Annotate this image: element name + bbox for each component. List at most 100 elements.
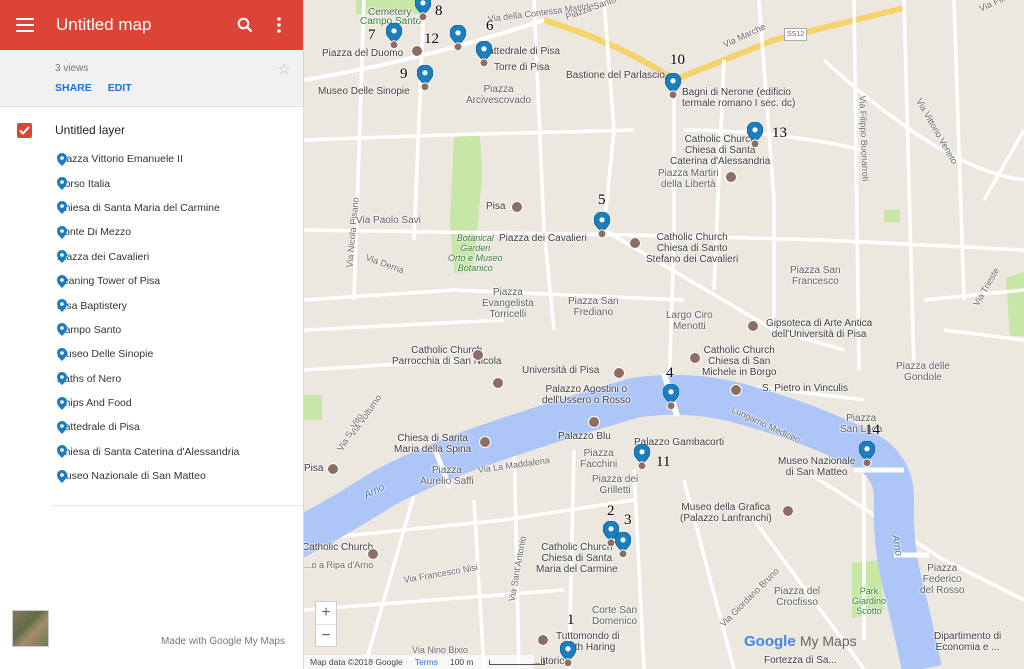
poi-dot[interactable] xyxy=(479,436,491,448)
poi-dot[interactable] xyxy=(327,463,339,475)
place-list-item[interactable]: Chiesa di Santa Maria del Carmine xyxy=(0,196,303,220)
poi-dot[interactable] xyxy=(472,349,484,361)
marker-pin-icon xyxy=(663,384,679,410)
header-bar: Untitled map xyxy=(0,0,303,50)
layer-checkbox[interactable] xyxy=(17,122,32,138)
label-piazza-san-francesco: Piazza San Francesco xyxy=(790,265,841,287)
label-chiesa-spina: Chiesa di Santa Maria della Spina xyxy=(394,433,472,455)
place-list-item[interactable]: Museo Nazionale di San Matteo xyxy=(0,464,303,488)
marker-number: 3 xyxy=(624,512,632,528)
my-maps-logo-text: My Maps xyxy=(799,633,857,649)
label-corte-san-domenico: Corte San Domenico xyxy=(592,605,638,627)
map-data-text: Map data ©2018 Google xyxy=(310,657,403,667)
share-button[interactable]: SHARE xyxy=(55,82,92,94)
label-park-giardino: Park Giardino Scotto xyxy=(852,586,887,616)
poi-dot[interactable] xyxy=(537,634,549,646)
poi-dot[interactable] xyxy=(725,171,737,183)
place-list-item[interactable]: Chips And Food xyxy=(0,391,303,415)
sidebar-panel: Untitled map 3 views SHARE EDIT ☆ Untitl… xyxy=(0,0,304,669)
app-root: Untitled map 3 views SHARE EDIT ☆ Untitl… xyxy=(0,0,1024,669)
place-marker-icon xyxy=(57,396,67,410)
place-marker-icon xyxy=(57,420,67,434)
poi-dot[interactable] xyxy=(782,505,794,517)
label-museo-sinopie: Museo Delle Sinopie xyxy=(318,86,410,97)
place-name: Leaning Tower of Pisa xyxy=(57,275,161,288)
place-list-item[interactable]: Museo Delle Sinopie xyxy=(0,342,303,366)
label-gipsoteca: Gipsoteca di Arte Antica dell'Università… xyxy=(766,318,873,340)
zoom-out-button[interactable]: − xyxy=(316,624,336,646)
view-count: 3 views xyxy=(55,63,89,74)
label-bastione: Bastione del Parlascio xyxy=(566,70,665,81)
marker-pin-icon xyxy=(476,41,492,67)
star-icon[interactable]: ☆ xyxy=(278,60,291,78)
google-logo-text: Google xyxy=(744,633,796,650)
marker-number: 4 xyxy=(666,365,674,381)
label-torre: Torre di Pisa xyxy=(494,62,550,73)
marker-number: 7 xyxy=(368,27,376,43)
place-name: Museo Nazionale di San Matteo xyxy=(57,470,206,483)
zoom-in-button[interactable]: + xyxy=(316,602,336,624)
label-museo-grafica: Museo della Grafica (Palazzo Lanfranchi) xyxy=(680,502,772,524)
terms-link[interactable]: Terms xyxy=(415,657,438,667)
marker-pin-icon xyxy=(747,122,763,148)
label-piazza-cavalieri: Piazza dei Cavalieri xyxy=(499,233,587,244)
label-catholic-stefano: Catholic Church Chiesa di Santo Stefano … xyxy=(646,232,739,265)
place-list-item[interactable]: Baths of Nero xyxy=(0,367,303,391)
poi-dot[interactable] xyxy=(747,320,759,332)
place-list-item[interactable]: Piazza Vittorio Emanuele II xyxy=(0,147,303,171)
marker-number: 13 xyxy=(772,125,787,141)
marker-number: 10 xyxy=(670,52,685,68)
label-via-ripa: ...o a Ripa d'Arno xyxy=(304,560,374,570)
search-icon[interactable] xyxy=(233,13,257,37)
poi-dot[interactable] xyxy=(629,237,641,249)
place-list-item[interactable]: Ponte Di Mezzo xyxy=(0,220,303,244)
marker-number: 14 xyxy=(865,422,880,438)
label-pisa-north: Pisa xyxy=(486,201,506,212)
layer-section: Untitled layer Piazza Vittorio Emanuele … xyxy=(0,107,303,488)
label-catholic-michele: Catholic Church Chiesa di San Michele in… xyxy=(702,345,777,378)
marker-number: 12 xyxy=(424,31,439,47)
place-list-item[interactable]: Cattedrale di Pisa xyxy=(0,415,303,439)
made-with-text: Made with Google My Maps xyxy=(161,636,285,647)
label-museo-san-matteo: Museo Nazionale di San Matteo xyxy=(778,456,856,478)
edit-button[interactable]: EDIT xyxy=(108,82,132,94)
poi-dot[interactable] xyxy=(367,548,379,560)
place-list-item[interactable]: Campo Santo xyxy=(0,318,303,342)
scale-label: 100 m xyxy=(449,657,474,667)
marker-pin-icon xyxy=(594,212,610,238)
place-marker-icon xyxy=(57,177,67,191)
more-options-icon[interactable] xyxy=(267,13,291,37)
poi-dot[interactable] xyxy=(588,416,600,428)
place-marker-icon xyxy=(57,347,67,361)
place-list-item[interactable]: Chiesa di Santa Caterina d'Alessandria xyxy=(0,440,303,464)
place-marker-icon xyxy=(57,225,67,239)
label-piazza-federico: Piazza Federico del Rosso xyxy=(920,563,965,596)
place-marker-icon xyxy=(57,323,67,337)
place-name: Piazza Vittorio Emanuele II xyxy=(57,153,183,166)
poi-dot[interactable] xyxy=(689,352,701,364)
label-via-paolo-savi: Via Paolo Savi xyxy=(356,215,421,226)
map-title[interactable]: Untitled map xyxy=(56,15,223,35)
place-list-item[interactable]: Piazza dei Cavalieri xyxy=(0,245,303,269)
basemap-thumbnail[interactable] xyxy=(12,610,49,647)
poi-dot[interactable] xyxy=(492,377,504,389)
marker-pin-icon xyxy=(415,0,431,21)
label-piazza-facchini: Piazza Facchini xyxy=(580,448,618,470)
label-pisa-west: Pisa xyxy=(304,463,324,474)
marker-pin-icon xyxy=(450,25,466,51)
map-canvas[interactable]: Cemetery Campo Santo Piazza del Duomo Ca… xyxy=(304,0,1024,669)
poi-dot[interactable] xyxy=(613,367,625,379)
menu-icon[interactable] xyxy=(16,18,34,32)
label-palazzo-blu: Palazzo Blu xyxy=(558,431,611,442)
poi-dot[interactable] xyxy=(730,384,742,396)
place-marker-icon xyxy=(57,469,67,483)
marker-pin-icon xyxy=(665,73,681,99)
place-list-item[interactable]: Pisa Baptistery xyxy=(0,293,303,317)
poi-dot[interactable] xyxy=(511,201,523,213)
place-marker-icon xyxy=(57,201,67,215)
place-list-item[interactable]: Leaning Tower of Pisa xyxy=(0,269,303,293)
layer-title[interactable]: Untitled layer xyxy=(55,123,125,137)
poi-dot[interactable] xyxy=(411,45,423,57)
place-list-item[interactable]: Corso Italia xyxy=(0,171,303,195)
label-palazzo-agostini: Palazzo Agostini o dell'Ussero o Rosso xyxy=(542,384,631,406)
